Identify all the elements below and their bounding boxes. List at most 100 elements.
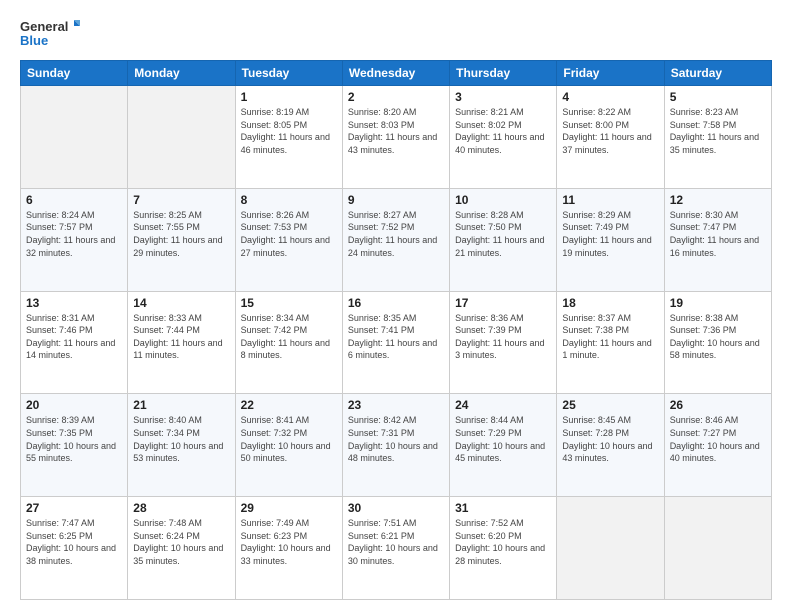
day-cell: 18 Sunrise: 8:37 AM Sunset: 7:38 PM Dayli… xyxy=(557,291,664,394)
day-cell: 6Sunrise: 8:24 AM Sunset: 7:57 PM Daylig… xyxy=(21,188,128,291)
day-number: 17 xyxy=(455,296,551,310)
day-cell: 31 Sunrise: 7:52 AM Sunset: 6:20 PM Dayli… xyxy=(450,497,557,600)
day-cell: 28 Sunrise: 7:48 AM Sunset: 6:24 PM Dayli… xyxy=(128,497,235,600)
day-cell xyxy=(128,86,235,189)
day-info: Sunrise: 8:40 AM Sunset: 7:34 PM Dayligh… xyxy=(133,414,229,464)
day-info: Sunrise: 8:38 AM Sunset: 7:36 PM Dayligh… xyxy=(670,312,766,362)
day-info: Sunrise: 8:37 AM Sunset: 7:38 PM Dayligh… xyxy=(562,312,658,362)
logo: General Blue xyxy=(20,16,80,52)
day-cell: 26 Sunrise: 8:46 AM Sunset: 7:27 PM Dayli… xyxy=(664,394,771,497)
day-number: 22 xyxy=(241,398,337,412)
day-cell: 7 Sunrise: 8:25 AM Sunset: 7:55 PM Daylig… xyxy=(128,188,235,291)
day-cell: 9 Sunrise: 8:27 AM Sunset: 7:52 PM Daylig… xyxy=(342,188,449,291)
day-info: Sunrise: 8:35 AM Sunset: 7:41 PM Dayligh… xyxy=(348,312,444,362)
day-info: Sunrise: 7:48 AM Sunset: 6:24 PM Dayligh… xyxy=(133,517,229,567)
day-cell: 10Sunrise: 8:28 AM Sunset: 7:50 PM Dayli… xyxy=(450,188,557,291)
col-header-tuesday: Tuesday xyxy=(235,61,342,86)
week-row-4: 20 Sunrise: 8:39 AM Sunset: 7:35 PM Dayli… xyxy=(21,394,772,497)
day-number: 3 xyxy=(455,90,551,104)
day-number: 9 xyxy=(348,193,444,207)
page: General Blue SundayMondayTuesdayWednesda… xyxy=(0,0,792,612)
day-number: 29 xyxy=(241,501,337,515)
day-number: 12 xyxy=(670,193,766,207)
day-info: Sunrise: 7:47 AM Sunset: 6:25 PM Dayligh… xyxy=(26,517,122,567)
day-number: 16 xyxy=(348,296,444,310)
day-number: 2 xyxy=(348,90,444,104)
day-number: 1 xyxy=(241,90,337,104)
day-info: Sunrise: 8:21 AM Sunset: 8:02 PM Dayligh… xyxy=(455,106,551,156)
day-number: 15 xyxy=(241,296,337,310)
day-number: 5 xyxy=(670,90,766,104)
day-number: 23 xyxy=(348,398,444,412)
day-cell: 5 Sunrise: 8:23 AM Sunset: 7:58 PM Daylig… xyxy=(664,86,771,189)
day-cell: 15 Sunrise: 8:34 AM Sunset: 7:42 PM Dayli… xyxy=(235,291,342,394)
day-info: Sunrise: 8:45 AM Sunset: 7:28 PM Dayligh… xyxy=(562,414,658,464)
week-row-2: 6Sunrise: 8:24 AM Sunset: 7:57 PM Daylig… xyxy=(21,188,772,291)
day-info: Sunrise: 8:39 AM Sunset: 7:35 PM Dayligh… xyxy=(26,414,122,464)
header-row: SundayMondayTuesdayWednesdayThursdayFrid… xyxy=(21,61,772,86)
day-number: 4 xyxy=(562,90,658,104)
day-number: 20 xyxy=(26,398,122,412)
day-cell: 13Sunrise: 8:31 AM Sunset: 7:46 PM Dayli… xyxy=(21,291,128,394)
day-info: Sunrise: 8:26 AM Sunset: 7:53 PM Dayligh… xyxy=(241,209,337,259)
day-number: 14 xyxy=(133,296,229,310)
day-cell xyxy=(21,86,128,189)
week-row-3: 13Sunrise: 8:31 AM Sunset: 7:46 PM Dayli… xyxy=(21,291,772,394)
day-info: Sunrise: 8:34 AM Sunset: 7:42 PM Dayligh… xyxy=(241,312,337,362)
day-number: 19 xyxy=(670,296,766,310)
day-info: Sunrise: 8:46 AM Sunset: 7:27 PM Dayligh… xyxy=(670,414,766,464)
day-info: Sunrise: 8:23 AM Sunset: 7:58 PM Dayligh… xyxy=(670,106,766,156)
day-cell: 2 Sunrise: 8:20 AM Sunset: 8:03 PM Daylig… xyxy=(342,86,449,189)
day-number: 21 xyxy=(133,398,229,412)
col-header-wednesday: Wednesday xyxy=(342,61,449,86)
day-cell xyxy=(664,497,771,600)
day-cell: 3 Sunrise: 8:21 AM Sunset: 8:02 PM Daylig… xyxy=(450,86,557,189)
day-info: Sunrise: 7:49 AM Sunset: 6:23 PM Dayligh… xyxy=(241,517,337,567)
day-info: Sunrise: 8:27 AM Sunset: 7:52 PM Dayligh… xyxy=(348,209,444,259)
day-cell: 12 Sunrise: 8:30 AM Sunset: 7:47 PM Dayli… xyxy=(664,188,771,291)
day-info: Sunrise: 8:36 AM Sunset: 7:39 PM Dayligh… xyxy=(455,312,551,362)
day-info: Sunrise: 8:44 AM Sunset: 7:29 PM Dayligh… xyxy=(455,414,551,464)
day-number: 7 xyxy=(133,193,229,207)
day-cell: 11 Sunrise: 8:29 AM Sunset: 7:49 PM Dayli… xyxy=(557,188,664,291)
day-cell: 29 Sunrise: 7:49 AM Sunset: 6:23 PM Dayli… xyxy=(235,497,342,600)
day-info: Sunrise: 8:20 AM Sunset: 8:03 PM Dayligh… xyxy=(348,106,444,156)
day-number: 25 xyxy=(562,398,658,412)
day-number: 13 xyxy=(26,296,122,310)
col-header-friday: Friday xyxy=(557,61,664,86)
day-cell: 1 Sunrise: 8:19 AM Sunset: 8:05 PM Daylig… xyxy=(235,86,342,189)
day-cell: 21 Sunrise: 8:40 AM Sunset: 7:34 PM Dayli… xyxy=(128,394,235,497)
day-info: Sunrise: 8:33 AM Sunset: 7:44 PM Dayligh… xyxy=(133,312,229,362)
day-cell: 23 Sunrise: 8:42 AM Sunset: 7:31 PM Dayli… xyxy=(342,394,449,497)
day-number: 8 xyxy=(241,193,337,207)
day-number: 28 xyxy=(133,501,229,515)
day-number: 6 xyxy=(26,193,122,207)
logo-svg: General Blue xyxy=(20,16,80,52)
day-number: 30 xyxy=(348,501,444,515)
day-info: Sunrise: 8:19 AM Sunset: 8:05 PM Dayligh… xyxy=(241,106,337,156)
day-number: 27 xyxy=(26,501,122,515)
day-cell: 19 Sunrise: 8:38 AM Sunset: 7:36 PM Dayli… xyxy=(664,291,771,394)
day-number: 26 xyxy=(670,398,766,412)
day-cell: 8 Sunrise: 8:26 AM Sunset: 7:53 PM Daylig… xyxy=(235,188,342,291)
day-cell xyxy=(557,497,664,600)
col-header-thursday: Thursday xyxy=(450,61,557,86)
day-cell: 4Sunrise: 8:22 AM Sunset: 8:00 PM Daylig… xyxy=(557,86,664,189)
day-info: Sunrise: 7:52 AM Sunset: 6:20 PM Dayligh… xyxy=(455,517,551,567)
day-number: 18 xyxy=(562,296,658,310)
day-cell: 24Sunrise: 8:44 AM Sunset: 7:29 PM Dayli… xyxy=(450,394,557,497)
day-cell: 27 Sunrise: 7:47 AM Sunset: 6:25 PM Dayli… xyxy=(21,497,128,600)
day-cell: 20 Sunrise: 8:39 AM Sunset: 7:35 PM Dayli… xyxy=(21,394,128,497)
day-info: Sunrise: 8:41 AM Sunset: 7:32 PM Dayligh… xyxy=(241,414,337,464)
col-header-sunday: Sunday xyxy=(21,61,128,86)
day-info: Sunrise: 8:42 AM Sunset: 7:31 PM Dayligh… xyxy=(348,414,444,464)
col-header-monday: Monday xyxy=(128,61,235,86)
day-info: Sunrise: 8:30 AM Sunset: 7:47 PM Dayligh… xyxy=(670,209,766,259)
day-number: 11 xyxy=(562,193,658,207)
day-cell: 16 Sunrise: 8:35 AM Sunset: 7:41 PM Dayli… xyxy=(342,291,449,394)
day-number: 31 xyxy=(455,501,551,515)
day-cell: 30Sunrise: 7:51 AM Sunset: 6:21 PM Dayli… xyxy=(342,497,449,600)
day-info: Sunrise: 8:29 AM Sunset: 7:49 PM Dayligh… xyxy=(562,209,658,259)
day-number: 10 xyxy=(455,193,551,207)
day-info: Sunrise: 8:25 AM Sunset: 7:55 PM Dayligh… xyxy=(133,209,229,259)
